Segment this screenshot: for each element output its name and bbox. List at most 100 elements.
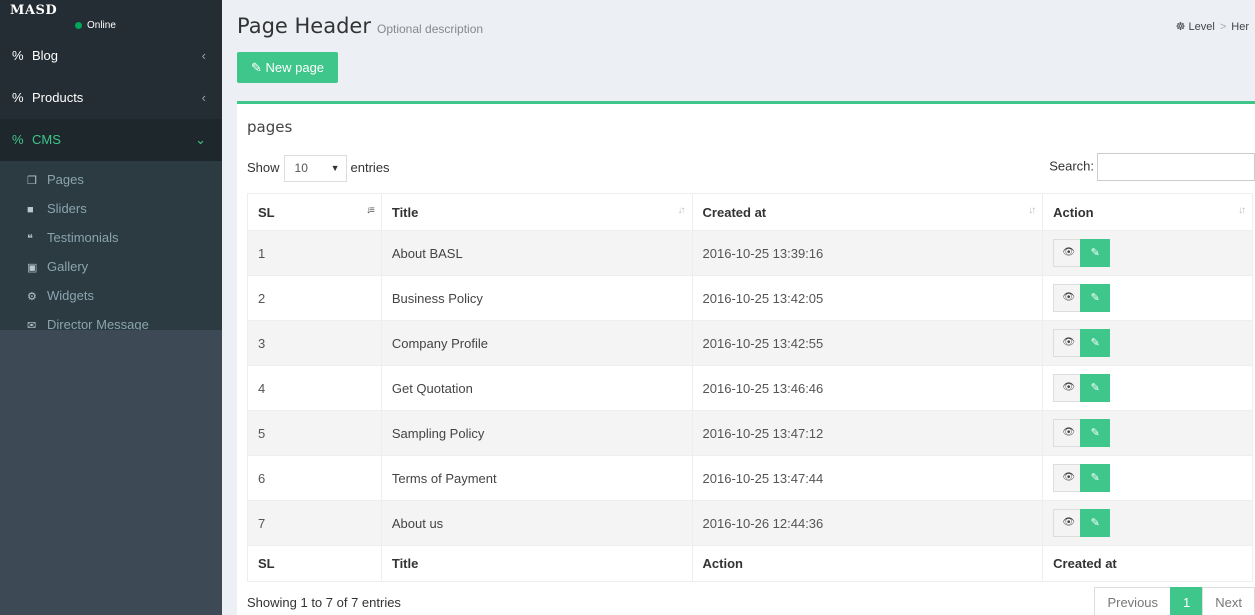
edit-button[interactable]: ✎ — [1080, 419, 1111, 447]
sidebar-item-label: Blog — [32, 48, 59, 63]
sidebar-item-label: Products — [32, 90, 84, 105]
table-info: Showing 1 to 7 of 7 entries — [247, 595, 401, 610]
online-status: Online — [75, 20, 116, 31]
cell-title: About us — [380, 500, 693, 546]
search-label: Search: — [1049, 158, 1094, 174]
column-header-action[interactable]: Action ↓↑ — [1042, 193, 1253, 231]
cell-created: 2016-10-25 13:46:46 — [691, 365, 1044, 411]
sidebar-item-label: CMS — [32, 132, 61, 147]
submenu-label: Pages — [47, 172, 84, 187]
chevron-down-icon: ⌄ — [195, 132, 206, 147]
box-title: pages — [247, 118, 293, 136]
cell-title: About BASL — [380, 230, 693, 276]
search-input[interactable] — [1097, 153, 1255, 181]
submenu-label: Sliders — [47, 201, 87, 216]
header-label: Title — [391, 204, 419, 220]
cell-title: Terms of Payment — [380, 455, 693, 501]
new-page-button[interactable]: ✎ New page — [237, 52, 338, 83]
footer-title: Title — [380, 545, 693, 582]
submenu-label: Widgets — [47, 288, 94, 303]
cell-created: 2016-10-25 13:47:44 — [691, 455, 1044, 501]
page-description: Optional description — [376, 22, 484, 36]
submenu-item-gallery[interactable]: ▣ Gallery — [0, 252, 222, 281]
table-row: 5 Sampling Policy 2016-10-25 13:47:12 👁 ✎ — [247, 410, 1253, 456]
dashboard-icon: ☸ — [1175, 21, 1186, 33]
cogs-icon: ⚙ — [27, 291, 37, 303]
image-icon: ▣ — [27, 262, 38, 274]
column-header-sl[interactable]: SL ↓≡ — [247, 193, 382, 231]
quote-icon: ❝ — [27, 233, 33, 245]
table-row: 2 Business Policy 2016-10-25 13:42:05 👁 ✎ — [247, 275, 1253, 321]
footer-action: Action — [691, 545, 1044, 582]
submenu-item-widgets[interactable]: ⚙ Widgets — [0, 281, 222, 310]
cell-action: 👁 ✎ — [1042, 320, 1253, 366]
content-wrapper: Page Header Optional description ☸ Level >… — [222, 0, 1255, 615]
cell-sl: 7 — [247, 500, 382, 546]
cell-action: 👁 ✎ — [1042, 455, 1253, 501]
page-title: Page Header — [237, 14, 371, 38]
status-dot-icon — [75, 21, 82, 29]
cell-action: 👁 ✎ — [1042, 230, 1253, 276]
sort-icon: ↓↑ — [677, 205, 686, 216]
breadcrumb-here: Her — [1231, 21, 1249, 33]
cell-created: 2016-10-26 12:44:36 — [691, 500, 1044, 546]
sidebar-background — [0, 330, 222, 615]
cell-sl: 1 — [247, 230, 382, 276]
cms-submenu: ❐ Pages ■ Sliders ❝ Testimonials ▣ Gallery ⚙… — [0, 161, 222, 345]
edit-button[interactable]: ✎ — [1080, 329, 1111, 357]
breadcrumb-separator: > — [1219, 21, 1227, 33]
status-label: Online — [87, 20, 116, 31]
page-header: Page Header Optional description — [237, 14, 483, 38]
footer-created-at: Created at — [1042, 545, 1253, 582]
submenu-label: Testimonials — [47, 230, 119, 245]
cell-created: 2016-10-25 13:47:12 — [691, 410, 1044, 456]
sidebar-item-cms[interactable]: % CMS ⌄ — [0, 119, 222, 161]
cell-action: 👁 ✎ — [1042, 410, 1253, 456]
search-area: Search: — [1049, 153, 1255, 181]
cell-sl: 6 — [247, 455, 382, 501]
logo: MASD — [10, 3, 58, 18]
submenu-item-testimonials[interactable]: ❝ Testimonials — [0, 223, 222, 252]
cell-created: 2016-10-25 13:39:16 — [691, 230, 1044, 276]
cell-action: 👁 ✎ — [1042, 365, 1253, 411]
show-label: Show — [247, 159, 280, 175]
pagination: Previous 1 Next — [1094, 587, 1255, 615]
file-icon: ■ — [27, 204, 34, 216]
table-row: 7 About us 2016-10-26 12:44:36 👁 ✎ — [247, 500, 1253, 546]
cell-title: Company Profile — [380, 320, 693, 366]
edit-button[interactable]: ✎ — [1080, 284, 1111, 312]
submenu-item-pages[interactable]: ❐ Pages — [0, 165, 222, 194]
breadcrumb-level[interactable]: Level — [1189, 21, 1215, 33]
cell-title: Business Policy — [380, 275, 693, 321]
submenu-item-sliders[interactable]: ■ Sliders — [0, 194, 222, 223]
cell-sl: 4 — [247, 365, 382, 411]
sidebar: MASD Online % Blog ‹ % Products ‹ % CMS ⌄ ❐… — [0, 0, 222, 615]
user-panel: MASD Online — [0, 0, 222, 35]
chevron-left-icon: ‹ — [201, 48, 206, 63]
column-header-created-at[interactable]: Created at ↓↑ — [691, 193, 1044, 231]
new-page-label: New page — [265, 60, 325, 75]
sidebar-item-products[interactable]: % Products ‹ — [0, 77, 222, 119]
cell-sl: 5 — [247, 410, 382, 456]
header-label: Action — [1053, 204, 1094, 220]
sidebar-item-blog[interactable]: % Blog ‹ — [0, 35, 222, 77]
cell-created: 2016-10-25 13:42:55 — [691, 320, 1044, 366]
caret-down-icon: ▼ — [330, 163, 340, 173]
entries-select[interactable]: 10 ▼ — [283, 155, 347, 182]
column-header-title[interactable]: Title ↓↑ — [380, 193, 693, 231]
table-footer-row: SL Title Action Created at — [247, 545, 1253, 582]
breadcrumb: ☸ Level > Her — [1176, 20, 1249, 33]
page-1-button[interactable]: 1 — [1170, 587, 1204, 615]
cell-action: 👁 ✎ — [1042, 500, 1253, 546]
edit-button[interactable]: ✎ — [1080, 239, 1111, 267]
edit-button[interactable]: ✎ — [1080, 374, 1111, 402]
edit-button[interactable]: ✎ — [1080, 464, 1111, 492]
previous-button[interactable]: Previous — [1094, 587, 1172, 615]
cell-title: Sampling Policy — [380, 410, 693, 456]
entries-value: 10 — [294, 161, 308, 175]
next-button[interactable]: Next — [1202, 587, 1255, 615]
entries-length: Show 10 ▼ entries — [247, 155, 390, 182]
edit-button[interactable]: ✎ — [1080, 509, 1111, 537]
cell-sl: 2 — [247, 275, 382, 321]
link-icon: % — [12, 90, 24, 105]
